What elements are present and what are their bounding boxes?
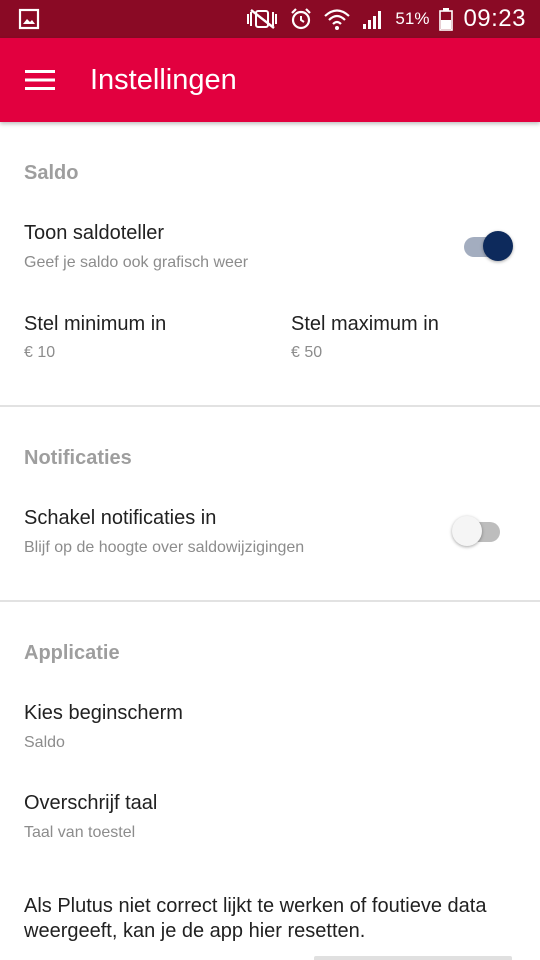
- pref-value-maximum: € 50: [291, 344, 323, 361]
- divider: [0, 405, 540, 407]
- divider: [0, 600, 540, 602]
- alarm-icon: [291, 8, 312, 30]
- battery-icon: [439, 8, 454, 31]
- battery-percentage: 51%: [395, 9, 430, 28]
- reset-description: Als Plutus niet correct lijkt te werken …: [24, 895, 487, 942]
- switch-thumb: [452, 516, 482, 546]
- pref-title-set-minimum: Stel minimum in: [24, 313, 167, 335]
- section-header-applicatie: Applicatie: [24, 642, 120, 664]
- pref-title-override-language: Overschrijf taal: [24, 792, 158, 814]
- pref-value-minimum: € 10: [24, 344, 56, 361]
- status-bar: 51% 09:23: [0, 0, 540, 38]
- section-header-notificaties: Notificaties: [24, 447, 132, 469]
- menu-button[interactable]: [20, 60, 60, 100]
- clock: 09:23: [463, 5, 526, 32]
- switch-thumb: [483, 231, 513, 261]
- wifi-icon: [324, 9, 351, 30]
- pref-title-show-balance-counter: Toon saldoteller: [24, 222, 165, 244]
- switch-show-balance-counter[interactable]: [462, 229, 518, 265]
- gallery-icon: [18, 8, 40, 30]
- reset-button[interactable]: [314, 956, 512, 960]
- switch-enable-notifications[interactable]: [452, 514, 508, 550]
- pref-value-start-screen: Saldo: [24, 734, 65, 751]
- pref-value-language: Taal van toestel: [24, 824, 136, 841]
- hamburger-menu-icon: [25, 70, 55, 90]
- app-bar: Instellingen: [0, 38, 540, 122]
- page-title: Instellingen: [90, 64, 237, 96]
- pref-summary-enable-notifications: Blijf op de hoogte over saldowijzigingen: [24, 539, 305, 556]
- pref-summary-show-balance-counter: Geef je saldo ook grafisch weer: [24, 254, 249, 271]
- pref-title-enable-notifications: Schakel notificaties in: [24, 507, 217, 529]
- mute-vibrate-icon: [247, 9, 278, 29]
- settings-list[interactable]: Saldo Toon saldoteller Geef je saldo ook…: [0, 122, 540, 960]
- signal-icon: [363, 11, 382, 29]
- section-header-saldo: Saldo: [24, 162, 79, 184]
- pref-title-set-maximum: Stel maximum in: [291, 313, 439, 335]
- pref-title-choose-start-screen: Kies beginscherm: [24, 702, 183, 724]
